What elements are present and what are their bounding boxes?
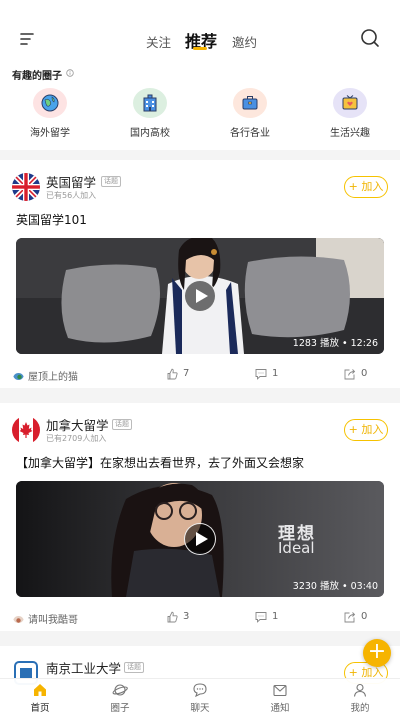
post-footer: 请叫我酷哥 3 1 0 bbox=[0, 609, 400, 629]
category-lifestyle[interactable]: 生活兴趣 bbox=[300, 86, 400, 142]
nav-label: 我的 bbox=[350, 703, 370, 714]
post-footer: 屋顶上的猫 7 1 0 bbox=[0, 366, 400, 386]
circle-name[interactable]: 英国留学 bbox=[46, 172, 96, 191]
chat-icon bbox=[193, 683, 207, 698]
post-card[interactable]: 加拿大留学 话题 已有2709人加入 + 加入 【加拿大留学】在家想出去看世界，… bbox=[0, 403, 400, 631]
section-title: 有趣的圈子 bbox=[12, 71, 62, 82]
category-label: 国内高校 bbox=[130, 128, 170, 139]
category-icon-bg bbox=[33, 88, 67, 118]
video-meta: 1283 播放 • 12:26 bbox=[292, 338, 378, 349]
feed-tabs: 关注 推荐 邀约 bbox=[0, 26, 400, 56]
author-avatar[interactable] bbox=[13, 369, 24, 380]
category-label: 海外留学 bbox=[30, 128, 70, 139]
category-domestic-universities[interactable]: 国内高校 bbox=[100, 86, 200, 142]
video-caption-english: Ideal bbox=[278, 539, 315, 557]
person-icon bbox=[353, 683, 367, 697]
category-icon-bg bbox=[333, 88, 367, 118]
nav-label: 通知 bbox=[270, 703, 290, 714]
top-header: 关注 推荐 邀约 有趣的圈子 海外留学 国内高校 各行各业 生活兴趣 bbox=[0, 0, 400, 150]
comment-count: 1 bbox=[272, 368, 279, 379]
globe-icon bbox=[41, 94, 59, 112]
topic-badge: 话题 bbox=[124, 662, 144, 673]
tab-invite[interactable]: 邀约 bbox=[232, 32, 257, 51]
comment-count: 1 bbox=[272, 611, 279, 622]
category-icon-bg bbox=[133, 88, 167, 118]
category-industries[interactable]: 各行各业 bbox=[200, 86, 300, 142]
video-meta: 3230 播放 • 03:40 bbox=[292, 581, 378, 592]
topic-badge: 话题 bbox=[101, 176, 121, 187]
comment-icon[interactable] bbox=[255, 368, 267, 380]
search-icon[interactable] bbox=[359, 27, 381, 49]
nav-label: 圈子 bbox=[110, 703, 130, 714]
home-icon bbox=[34, 684, 46, 696]
circle-name[interactable]: 加拿大留学 bbox=[46, 415, 109, 434]
building-icon bbox=[143, 94, 157, 112]
post-title[interactable]: 【加拿大留学】在家想出去看世界，去了外面又会想家 bbox=[16, 454, 304, 471]
video-thumbnail[interactable]: 1283 播放 • 12:26 bbox=[16, 238, 384, 354]
category-overseas[interactable]: 海外留学 bbox=[0, 86, 100, 142]
briefcase-icon bbox=[242, 96, 258, 110]
circle-avatar-uk-flag[interactable] bbox=[12, 173, 40, 201]
nav-notifications[interactable]: 通知 bbox=[240, 679, 320, 714]
nav-circles[interactable]: 圈子 bbox=[80, 679, 160, 714]
planet-icon bbox=[112, 684, 128, 696]
create-post-button[interactable]: + bbox=[363, 639, 391, 667]
nav-profile[interactable]: 我的 bbox=[320, 679, 400, 714]
mail-icon bbox=[273, 684, 287, 697]
topic-badge: 话题 bbox=[112, 419, 132, 430]
category-label: 各行各业 bbox=[230, 128, 270, 139]
member-count: 已有2709人加入 bbox=[46, 434, 107, 443]
circle-name[interactable]: 南京工业大学 bbox=[46, 658, 121, 677]
join-button[interactable]: + 加入 bbox=[344, 419, 388, 441]
tv-heart-icon bbox=[342, 95, 358, 110]
share-count: 0 bbox=[361, 368, 368, 379]
category-row: 海外留学 国内高校 各行各业 生活兴趣 bbox=[0, 86, 400, 142]
circle-avatar-canada-flag[interactable] bbox=[12, 416, 40, 444]
author-avatar[interactable] bbox=[13, 612, 24, 623]
comment-icon[interactable] bbox=[255, 611, 267, 623]
category-label: 生活兴趣 bbox=[330, 128, 370, 139]
tab-follow[interactable]: 关注 bbox=[146, 32, 171, 51]
category-icon-bg bbox=[233, 88, 267, 118]
like-count: 3 bbox=[183, 611, 190, 622]
like-count: 7 bbox=[183, 368, 190, 379]
nav-label: 聊天 bbox=[190, 703, 210, 714]
share-icon[interactable] bbox=[344, 368, 356, 380]
active-tab-indicator bbox=[193, 47, 207, 50]
video-thumbnail[interactable]: 理想 Ideal 3230 播放 • 03:40 bbox=[16, 481, 384, 597]
member-count: 已有56人加入 bbox=[46, 191, 97, 200]
play-button[interactable] bbox=[184, 523, 216, 555]
bottom-navigation: 首页 圈子 聊天 通知 我的 bbox=[0, 678, 400, 714]
join-button[interactable]: + 加入 bbox=[344, 176, 388, 198]
post-card[interactable]: 英国留学 话题 已有56人加入 + 加入 英国留学101 1283 播放 • 1… bbox=[0, 160, 400, 388]
nav-label: 首页 bbox=[30, 703, 50, 714]
author-name[interactable]: 请叫我酷哥 bbox=[28, 611, 78, 626]
post-title[interactable]: 英国留学101 bbox=[16, 211, 87, 228]
author-name[interactable]: 屋顶上的猫 bbox=[28, 368, 78, 383]
info-icon[interactable] bbox=[66, 69, 74, 77]
play-button[interactable] bbox=[184, 280, 216, 312]
like-icon[interactable] bbox=[166, 368, 178, 380]
share-icon[interactable] bbox=[344, 611, 356, 623]
share-count: 0 bbox=[361, 611, 368, 622]
like-icon[interactable] bbox=[166, 611, 178, 623]
nav-home[interactable]: 首页 bbox=[0, 679, 80, 714]
nav-chat[interactable]: 聊天 bbox=[160, 679, 240, 714]
